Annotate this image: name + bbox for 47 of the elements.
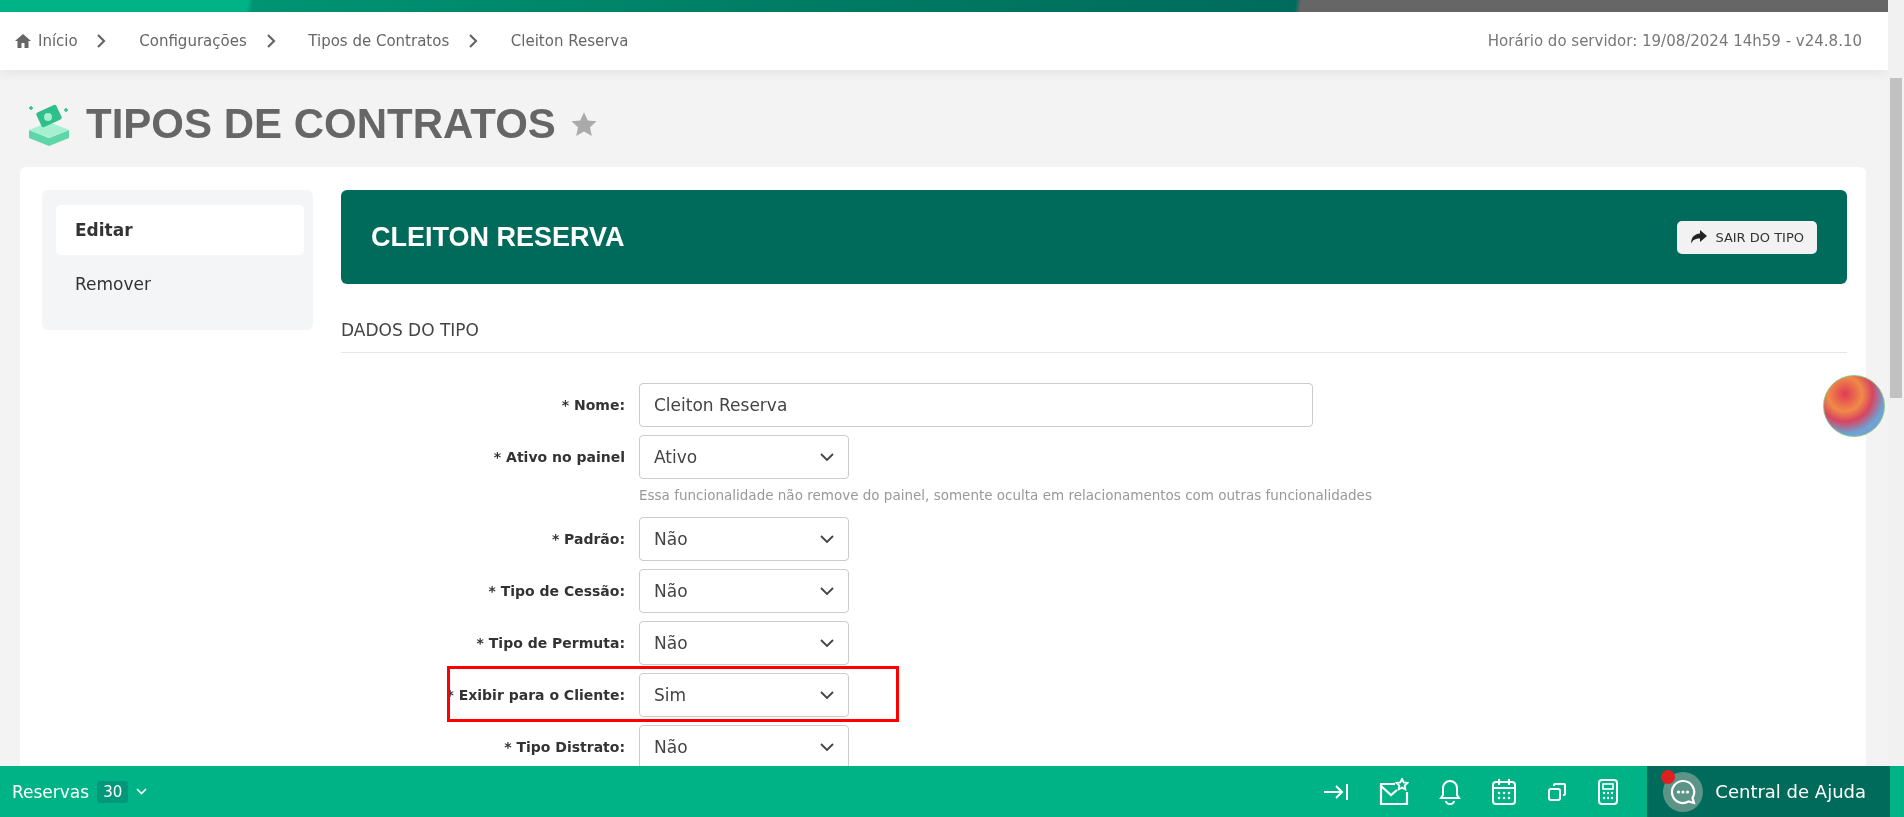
windows-icon[interactable]: [1547, 781, 1568, 802]
chevron-right-icon: [96, 33, 107, 49]
arrow-to-bar-icon[interactable]: [1323, 782, 1350, 801]
record-title: CLEITON RESERVA: [371, 221, 625, 253]
field-hint: Essa funcionalidade não remove do painel, somente oculta em relacionamentos com outras funcionalidades: [639, 486, 1373, 505]
caret-down-icon: [820, 742, 834, 752]
select-field[interactable]: Não: [639, 517, 849, 561]
breadcrumb-link[interactable]: Configurações: [139, 32, 247, 50]
caret-down-icon: [820, 638, 834, 648]
home-icon: [14, 33, 32, 49]
chevron-right-icon: [468, 33, 479, 49]
select-field[interactable]: Ativo: [639, 435, 849, 479]
select-field[interactable]: Não: [639, 621, 849, 665]
count-badge: 30: [97, 780, 129, 803]
field-label: * Tipo de Permuta:: [475, 634, 625, 651]
money-box-icon: [26, 102, 72, 146]
help-center-button[interactable]: Central de Ajuda: [1647, 766, 1890, 817]
caret-down-icon: [820, 586, 834, 596]
mail-star-icon[interactable]: [1379, 777, 1410, 806]
section-title: DADOS DO TIPO: [341, 284, 1847, 353]
chat-bubble-icon: [1670, 778, 1697, 805]
field-label: * Ativo no painel: [492, 448, 625, 465]
breadcrumb-link[interactable]: Cleiton Reserva: [510, 32, 629, 50]
field-label: * Nome:: [560, 396, 625, 413]
select-field[interactable]: Não: [639, 569, 849, 613]
select-field[interactable]: Sim: [639, 673, 849, 717]
field-label: * Padrão:: [550, 530, 625, 547]
field-label: * Tipo de Cessão:: [487, 582, 625, 599]
share-arrow-icon: [1690, 230, 1708, 244]
text-field[interactable]: Cleiton Reserva: [639, 383, 1313, 427]
sidebar-item[interactable]: Remover: [56, 259, 299, 309]
bell-icon[interactable]: [1439, 778, 1462, 805]
calculator-icon[interactable]: [1597, 777, 1620, 806]
caret-down-icon: [820, 690, 834, 700]
caret-down-icon: [820, 534, 834, 544]
page-title: TIPOS DE CONTRATOS: [86, 100, 556, 148]
calendar-icon[interactable]: [1491, 777, 1518, 806]
chevron-right-icon: [265, 33, 276, 49]
sidebar-item[interactable]: Editar: [56, 205, 304, 255]
caret-down-icon: [820, 452, 834, 462]
field-label: * Tipo Distrato:: [503, 738, 625, 755]
exit-button[interactable]: SAIR DO TIPO: [1677, 220, 1817, 254]
star-icon[interactable]: [569, 110, 598, 138]
server-time: Horário do servidor: 19/08/2024 14h59 - v24.8.10: [1487, 32, 1862, 50]
breadcrumb-link[interactable]: Início: [38, 32, 78, 50]
breadcrumb-link[interactable]: Tipos de Contratos: [308, 32, 450, 50]
caret-down-icon[interactable]: [136, 788, 148, 795]
